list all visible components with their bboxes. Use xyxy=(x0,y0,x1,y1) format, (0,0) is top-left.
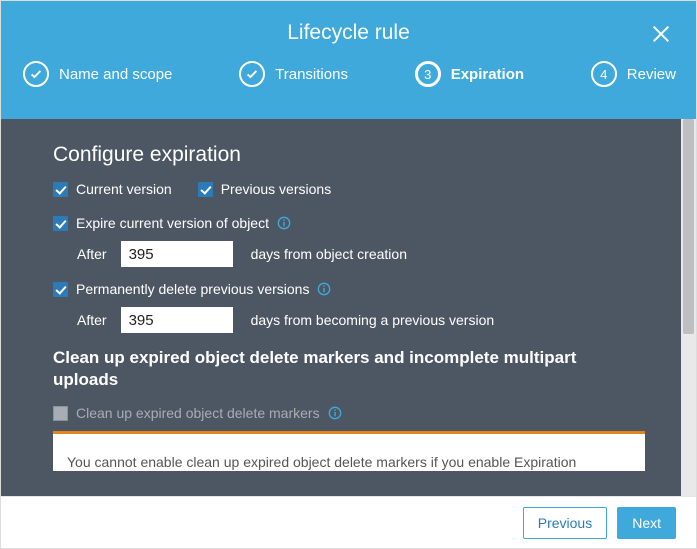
step-review[interactable]: 4 Review xyxy=(591,61,676,87)
previous-versions-checkbox[interactable] xyxy=(198,182,213,197)
expire-current-days-input[interactable] xyxy=(121,241,233,267)
wizard-steps: Name and scope Transitions 3 Expiration … xyxy=(1,61,696,87)
step-transitions[interactable]: Transitions xyxy=(239,61,348,87)
previous-versions-label: Previous versions xyxy=(221,181,332,197)
perm-delete-days-row: After days from becoming a previous vers… xyxy=(77,307,645,333)
step-expiration[interactable]: 3 Expiration xyxy=(415,61,524,87)
step-completed-icon xyxy=(239,61,265,87)
perm-delete-row: Permanently delete previous versions xyxy=(53,281,645,297)
modal-wrapper: Lifecycle rule Name and scope Transition… xyxy=(0,0,697,549)
step-number-icon: 3 xyxy=(415,61,441,87)
close-button[interactable] xyxy=(650,23,672,45)
warning-notice: You cannot enable clean up expired objec… xyxy=(53,431,645,471)
next-button[interactable]: Next xyxy=(617,507,676,539)
perm-delete-days-input[interactable] xyxy=(121,307,233,333)
expire-current-suffix: days from object creation xyxy=(251,246,407,262)
modal-body-content: Configure expiration Current version Pre… xyxy=(1,119,681,496)
warning-text: You cannot enable clean up expired objec… xyxy=(67,454,576,470)
after-label: After xyxy=(77,246,107,262)
cleanup-markers-row: Clean up expired object delete markers xyxy=(53,405,645,421)
step-name-and-scope[interactable]: Name and scope xyxy=(23,61,172,87)
step-number: 4 xyxy=(600,67,607,82)
info-icon[interactable] xyxy=(317,282,331,296)
previous-button[interactable]: Previous xyxy=(523,507,607,539)
modal-footer: Previous Next xyxy=(1,496,696,548)
perm-delete-checkbox[interactable] xyxy=(53,282,68,297)
check-icon xyxy=(245,67,259,81)
section-heading-expiration: Configure expiration xyxy=(53,143,645,167)
version-scope-row: Current version Previous versions xyxy=(53,181,645,197)
expire-current-checkbox[interactable] xyxy=(53,216,68,231)
scrollbar-track[interactable] xyxy=(681,119,696,496)
modal-header: Lifecycle rule Name and scope Transition… xyxy=(1,1,696,119)
section-heading-cleanup: Clean up expired object delete markers a… xyxy=(53,347,645,391)
check-icon xyxy=(29,67,43,81)
step-label: Name and scope xyxy=(59,66,172,83)
step-label: Transitions xyxy=(275,66,348,83)
cleanup-markers-label: Clean up expired object delete markers xyxy=(76,405,320,421)
step-label: Expiration xyxy=(451,66,524,83)
expire-current-label: Expire current version of object xyxy=(76,215,269,231)
step-completed-icon xyxy=(23,61,49,87)
modal-title: Lifecycle rule xyxy=(1,9,696,61)
current-version-checkbox[interactable] xyxy=(53,182,68,197)
info-icon[interactable] xyxy=(328,406,342,420)
expire-current-row: Expire current version of object xyxy=(53,215,645,231)
expire-current-days-row: After days from object creation xyxy=(77,241,645,267)
info-icon[interactable] xyxy=(277,216,291,230)
close-icon xyxy=(650,23,672,45)
modal-body: Configure expiration Current version Pre… xyxy=(1,119,696,496)
step-number: 3 xyxy=(424,67,431,82)
current-version-label: Current version xyxy=(76,181,172,197)
cleanup-markers-checkbox xyxy=(53,406,68,421)
scrollbar-thumb[interactable] xyxy=(683,119,694,334)
perm-delete-suffix: days from becoming a previous version xyxy=(251,312,495,328)
step-number-icon: 4 xyxy=(591,61,617,87)
after-label: After xyxy=(77,312,107,328)
step-label: Review xyxy=(627,66,676,83)
perm-delete-label: Permanently delete previous versions xyxy=(76,281,309,297)
